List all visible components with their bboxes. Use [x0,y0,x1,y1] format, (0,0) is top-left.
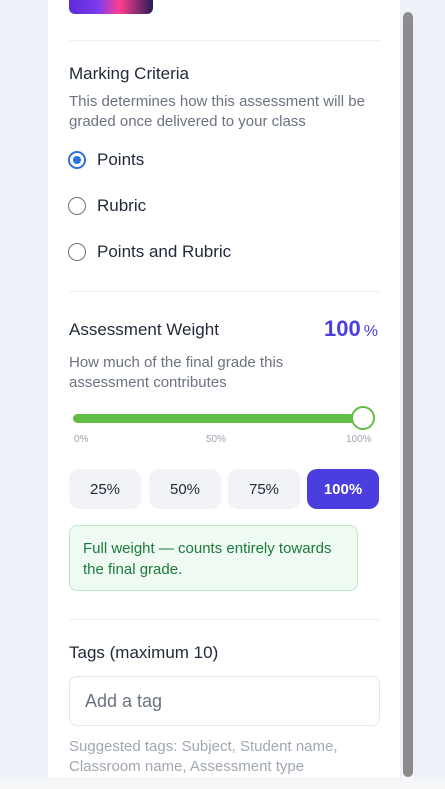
scrollbar[interactable] [403,12,413,777]
radio-points[interactable]: Points [68,148,144,172]
assessment-weight-description: How much of the final grade this assessm… [69,354,284,391]
radio-unchecked-icon[interactable] [68,197,86,215]
weight-25-button[interactable]: 25% [69,469,141,509]
bottom-strip [0,777,445,789]
divider [69,619,380,620]
radio-label: Points and Rubric [97,242,232,261]
weight-slider-fill [73,414,363,423]
weight-unit: % [363,323,378,340]
assessment-weight-title: Assessment Weight [69,320,219,339]
radio-label: Points [97,150,145,169]
suggested-tags: Suggested tags: Subject, Student name, C… [69,738,338,775]
slider-tick-label: 100% [346,434,372,445]
slider-tick-label: 50% [206,434,227,445]
radio-checked-icon[interactable] [68,151,86,169]
weight-75-button[interactable]: 75% [228,469,300,509]
tags-title: Tags (maximum 10) [69,643,219,662]
radio-rubric[interactable]: Rubric [68,194,146,218]
radio-label: Rubric [97,196,147,215]
settings-panel: Marking Criteria This determines how thi… [48,0,400,777]
weight-100-button[interactable]: 100% [307,469,379,509]
assessment-thumbnail [69,0,153,14]
divider [69,291,380,292]
radio-unchecked-icon[interactable] [68,243,86,261]
marking-criteria-description: This determines how this assessment will… [69,93,365,130]
radio-points-and-rubric[interactable]: Points and Rubric [68,240,231,264]
weight-50-button[interactable]: 50% [149,469,221,509]
slider-tick-label: 0% [74,434,89,445]
weight-slider-handle[interactable] [351,406,375,430]
marking-criteria-title: Marking Criteria [69,64,189,83]
weight-number: 100 [324,316,361,341]
weight-info-box: Full weight — counts entirely towards th… [69,525,358,591]
weight-value: 100% [324,316,378,342]
tag-input[interactable] [69,676,380,726]
divider [69,40,380,41]
